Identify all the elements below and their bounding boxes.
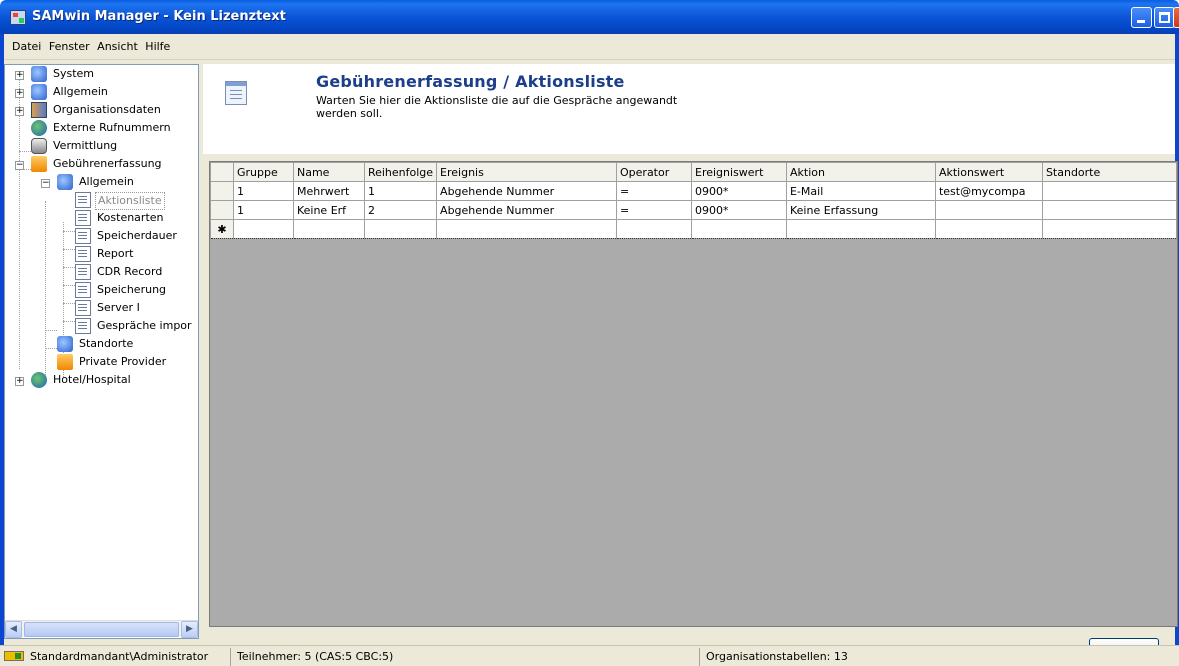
new-cell[interactable] (934, 219, 1043, 239)
cell-gruppe[interactable]: 1 (232, 200, 294, 220)
book-icon (31, 102, 47, 118)
new-cell[interactable] (292, 219, 365, 239)
cell-aktion[interactable]: E-Mail (785, 181, 936, 201)
status-org-tables: Organisationstabellen: 13 (699, 648, 1165, 666)
maximize-button[interactable] (1154, 7, 1175, 28)
menu-fenster[interactable]: Fenster (47, 34, 92, 60)
scroll-right-icon[interactable]: ▶ (181, 621, 198, 638)
cell-ereigniswert[interactable]: 0900* (691, 200, 787, 220)
menu-datei[interactable]: Datei (10, 34, 43, 60)
scrollbar-thumb[interactable] (24, 622, 179, 637)
new-cell[interactable] (232, 219, 294, 239)
close-window-button[interactable] (1173, 7, 1179, 28)
cell-aktionswert[interactable] (934, 200, 1043, 220)
content-header: Gebührenerfassung / Aktionsliste Warten … (203, 64, 1175, 154)
column-header-aktionswert[interactable]: Aktionswert (934, 162, 1043, 182)
page-icon (75, 300, 91, 316)
billing-icon (31, 156, 47, 172)
globe-icon (31, 120, 47, 136)
list-icon (225, 81, 247, 105)
menu-bar: Datei Fenster Ansicht Hilfe (4, 34, 1175, 60)
expand-hotel-icon[interactable]: + (15, 377, 24, 386)
column-header-standorte[interactable]: Standorte (1041, 162, 1178, 182)
new-cell[interactable] (1041, 219, 1178, 239)
new-row-marker-icon: ✱ (210, 219, 234, 239)
new-cell[interactable] (785, 219, 936, 239)
page-icon (75, 192, 91, 208)
collapse-allgemein-sub-icon[interactable]: − (41, 179, 50, 188)
window-title: SAMwin Manager - Kein Lizenztext (32, 9, 286, 24)
status-bar: Standardmandant\Administrator Teilnehmer… (0, 645, 1179, 666)
cell-standorte[interactable] (1041, 200, 1178, 220)
action-list-grid[interactable]: Gruppe Name Reihenfolge Ereignis Operato… (209, 161, 1178, 627)
cell-name[interactable]: Keine Erf (292, 200, 365, 220)
cell-reihenfolge[interactable]: 2 (363, 200, 438, 220)
status-participants: Teilnehmer: 5 (CAS:5 CBC:5) (230, 648, 695, 666)
new-cell[interactable] (363, 219, 438, 239)
expand-allgemein-icon[interactable]: + (15, 89, 24, 98)
title-bar: SAMwin Manager - Kein Lizenztext (0, 0, 1179, 34)
page-icon (75, 246, 91, 262)
cell-ereignis[interactable]: Abgehende Nummer (436, 200, 618, 220)
cell-reihenfolge[interactable]: 1 (363, 181, 438, 201)
page-icon (75, 282, 91, 298)
page-description: Warten Sie hier die Aktionsliste die auf… (316, 94, 678, 120)
column-header-ereignis[interactable]: Ereignis (436, 162, 618, 182)
row-header-corner (210, 162, 234, 182)
table-row[interactable]: 1 Keine Erf 2 Abgehende Nummer = 0900* K… (210, 200, 1178, 220)
general-icon (31, 84, 47, 100)
new-cell[interactable] (436, 219, 618, 239)
cell-aktionswert[interactable]: test@mycompa (934, 181, 1043, 201)
row-header[interactable] (210, 200, 234, 220)
page-icon (75, 264, 91, 280)
column-header-ereigniswert[interactable]: Ereigniswert (691, 162, 787, 182)
navigation-tree[interactable]: + System + Allgemein + Organisationsdate… (4, 64, 199, 639)
page-icon (75, 318, 91, 334)
scroll-left-icon[interactable]: ◀ (5, 621, 22, 638)
minimize-button[interactable] (1131, 7, 1152, 28)
hotel-icon (31, 372, 47, 388)
page-icon (75, 228, 91, 244)
general-icon (57, 174, 73, 190)
locations-icon (57, 336, 73, 352)
row-header[interactable] (210, 181, 234, 201)
action-table: Gruppe Name Reihenfolge Ereignis Operato… (210, 162, 1178, 239)
page-title: Gebührenerfassung / Aktionsliste (316, 72, 625, 91)
cell-ereigniswert[interactable]: 0900* (691, 181, 787, 201)
cell-standorte[interactable] (1041, 181, 1178, 201)
expand-organisationsdaten-icon[interactable]: + (15, 107, 24, 116)
cell-name[interactable]: Mehrwert (292, 181, 365, 201)
new-cell[interactable] (691, 219, 787, 239)
user-key-icon (4, 651, 24, 661)
app-icon (10, 10, 26, 25)
column-header-name[interactable]: Name (292, 162, 365, 182)
collapse-gebuehrenerfassung-icon[interactable]: − (15, 161, 24, 170)
cell-aktion[interactable]: Keine Erfassung (785, 200, 936, 220)
page-icon (75, 210, 91, 226)
table-row[interactable]: 1 Mehrwert 1 Abgehende Nummer = 0900* E-… (210, 181, 1178, 201)
cell-operator[interactable]: = (616, 181, 692, 201)
column-header-reihenfolge[interactable]: Reihenfolge (363, 162, 438, 182)
tree-horizontal-scrollbar[interactable]: ◀ ▶ (5, 620, 198, 638)
status-user: Standardmandant\Administrator (30, 650, 209, 663)
cell-gruppe[interactable]: 1 (232, 181, 294, 201)
provider-icon (57, 354, 73, 370)
cell-ereignis[interactable]: Abgehende Nummer (436, 181, 618, 201)
system-icon (31, 66, 47, 82)
new-row[interactable]: ✱ (210, 219, 1178, 239)
phone-icon (31, 138, 47, 154)
column-header-gruppe[interactable]: Gruppe (232, 162, 294, 182)
expand-system-icon[interactable]: + (15, 71, 24, 80)
new-cell[interactable] (616, 219, 692, 239)
column-header-operator[interactable]: Operator (616, 162, 692, 182)
menu-ansicht[interactable]: Ansicht (95, 34, 140, 60)
cell-operator[interactable]: = (616, 200, 692, 220)
table-header-row: Gruppe Name Reihenfolge Ereignis Operato… (210, 162, 1178, 182)
window-body: Datei Fenster Ansicht Hilfe + System + A… (0, 34, 1179, 666)
menu-hilfe[interactable]: Hilfe (143, 34, 172, 60)
column-header-aktion[interactable]: Aktion (785, 162, 936, 182)
